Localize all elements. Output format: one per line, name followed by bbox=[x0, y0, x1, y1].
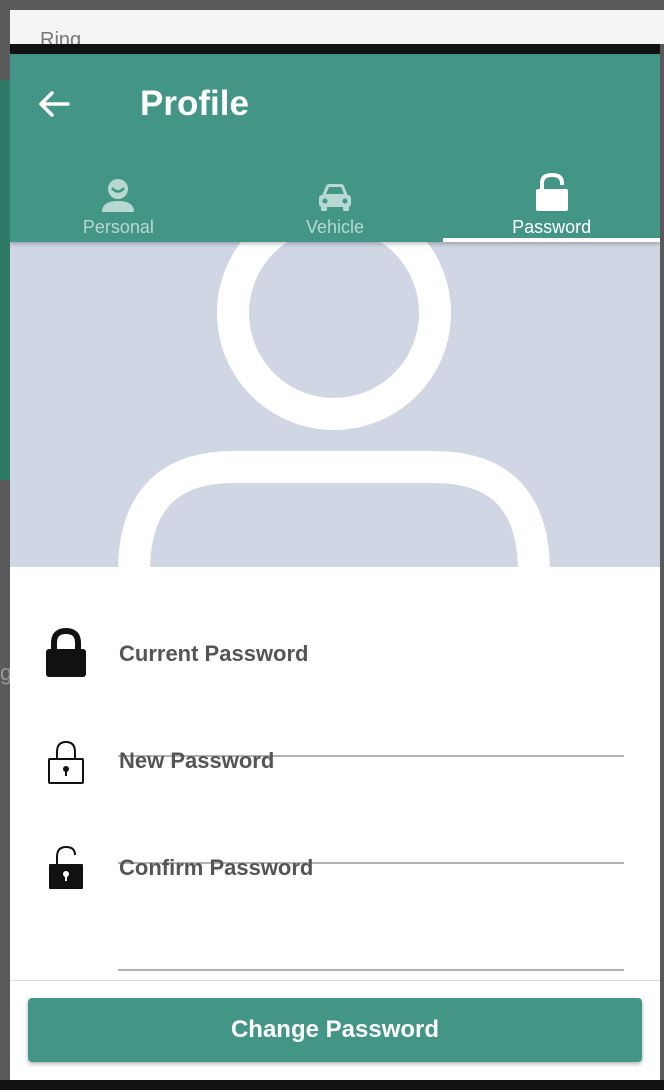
page-title: Profile bbox=[140, 84, 249, 123]
lock-filled-icon bbox=[46, 627, 86, 677]
profile-header: Profile Personal Vehicle Password bbox=[10, 54, 660, 242]
current-password-field: Current Password bbox=[10, 607, 660, 757]
tab-personal-label: Personal bbox=[82, 217, 154, 237]
new-password-field: New Password bbox=[10, 714, 660, 864]
person-face-icon bbox=[102, 179, 135, 212]
confirm-password-underline bbox=[118, 969, 624, 971]
change-password-button[interactable]: Change Password bbox=[28, 998, 642, 1062]
background-strip bbox=[0, 80, 10, 480]
arrow-left-icon bbox=[39, 91, 70, 117]
tab-password-label: Password bbox=[512, 217, 592, 237]
tab-password[interactable]: Password bbox=[443, 166, 660, 242]
current-password-label: Current Password bbox=[119, 641, 309, 666]
profile-avatar bbox=[10, 242, 660, 567]
lock-outline-icon bbox=[48, 740, 84, 784]
confirm-password-input[interactable] bbox=[118, 931, 628, 969]
profile-tabs: Personal Vehicle Password bbox=[10, 166, 660, 242]
tab-personal[interactable]: Personal bbox=[10, 166, 227, 242]
footer-divider bbox=[10, 980, 660, 981]
car-icon bbox=[319, 184, 351, 211]
back-button[interactable] bbox=[32, 82, 76, 126]
background-topbar bbox=[10, 10, 664, 44]
tab-vehicle-label: Vehicle bbox=[305, 217, 365, 237]
unlock-filled-icon bbox=[49, 845, 83, 889]
profile-modal: Profile Personal Vehicle Password Curren… bbox=[10, 44, 660, 1080]
password-form: Current Password New Password Confirm Pa… bbox=[10, 567, 660, 979]
new-password-label: New Password bbox=[119, 748, 275, 773]
tab-vehicle[interactable]: Vehicle bbox=[227, 166, 444, 242]
user-avatar-icon bbox=[118, 242, 550, 567]
bottom-bar bbox=[0, 1080, 664, 1090]
confirm-password-label: Confirm Password bbox=[119, 855, 314, 880]
confirm-password-field: Confirm Password bbox=[10, 821, 660, 971]
unlock-icon bbox=[535, 172, 568, 211]
